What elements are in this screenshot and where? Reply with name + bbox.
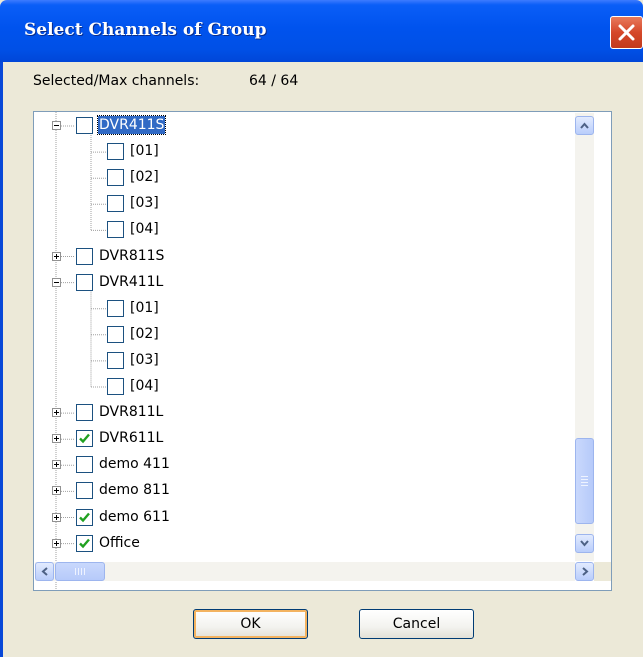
node-label: demo 811	[99, 482, 170, 499]
scroll-down-button[interactable]	[575, 534, 594, 553]
node-label: DVR411L	[99, 273, 164, 290]
node-checkbox[interactable]	[76, 273, 93, 291]
chevron-left-icon	[41, 567, 48, 576]
node-checkbox[interactable]	[107, 378, 124, 395]
checkmark-icon	[79, 433, 90, 444]
channel-tree[interactable]: DVR411S [01] [02] [03] [04] DVR811S DVR411L [01…	[33, 111, 612, 591]
node-checkbox[interactable]	[76, 482, 93, 500]
node-checkbox[interactable]	[107, 143, 124, 161]
chevron-up-icon	[580, 122, 589, 129]
expand-icon[interactable]	[52, 251, 61, 261]
horizontal-scroll-thumb[interactable]	[55, 562, 105, 581]
node-label: DVR811L	[99, 404, 164, 421]
node-label: [04]	[130, 378, 159, 394]
chevron-down-icon	[580, 540, 589, 547]
node-label: [03]	[130, 351, 159, 368]
chevron-right-icon	[582, 567, 589, 576]
node-checkbox[interactable]	[76, 247, 93, 265]
ok-button[interactable]: OK	[193, 609, 308, 639]
node-label: [01]	[130, 299, 159, 316]
node-label: [02]	[130, 169, 159, 186]
cancel-button[interactable]: Cancel	[359, 609, 474, 639]
checkmark-icon	[79, 538, 90, 548]
dialog-title: Select Channels of Group	[24, 20, 267, 40]
tree-node-device[interactable]: DVR411S	[34, 115, 594, 136]
tree-node-channel[interactable]: [03]	[34, 351, 594, 371]
node-checkbox[interactable]	[76, 508, 93, 526]
collapse-icon[interactable]	[52, 121, 61, 130]
node-checkbox[interactable]	[107, 169, 124, 187]
node-checkbox[interactable]	[107, 351, 124, 369]
tree-node-device[interactable]: demo 811	[34, 481, 594, 501]
node-checkbox[interactable]	[76, 404, 93, 422]
checkmark-icon	[79, 512, 90, 522]
tree-node-device[interactable]: demo 611	[34, 508, 594, 528]
tree-node-channel[interactable]: [02]	[34, 325, 594, 345]
node-checkbox[interactable]	[107, 325, 124, 343]
horizontal-scrollbar[interactable]	[35, 562, 575, 581]
tree-node-device[interactable]: demo 411	[34, 455, 594, 475]
node-label: [02]	[130, 325, 159, 342]
expand-icon[interactable]	[52, 512, 61, 522]
vertical-scroll-thumb[interactable]	[575, 438, 594, 524]
selected-max-value: 64 / 64	[249, 73, 299, 89]
tree-node-channel[interactable]: [02]	[34, 168, 594, 188]
close-icon	[618, 24, 635, 41]
tree-node-device[interactable]: DVR811S	[34, 247, 594, 267]
node-label: Office	[99, 534, 140, 551]
node-checkbox[interactable]	[76, 430, 93, 448]
scroll-left-button[interactable]	[35, 562, 54, 581]
tree-node-channel[interactable]: [03]	[34, 194, 594, 214]
node-label: demo 611	[99, 508, 170, 525]
node-checkbox[interactable]	[76, 117, 93, 134]
node-checkbox[interactable]	[76, 534, 93, 552]
selected-max-label: Selected/Max channels:	[33, 73, 200, 89]
close-button[interactable]	[610, 16, 643, 49]
node-checkbox[interactable]	[107, 299, 124, 317]
node-checkbox[interactable]	[76, 456, 93, 474]
tree-node-device[interactable]: DVR811L	[34, 403, 594, 423]
expand-icon[interactable]	[52, 434, 61, 444]
node-label: DVR611L	[99, 430, 164, 447]
node-label: demo 411	[99, 456, 170, 473]
scroll-right-button[interactable]	[575, 562, 594, 581]
scroll-up-button[interactable]	[575, 116, 594, 135]
collapse-icon[interactable]	[52, 277, 61, 287]
title-bar: Select Channels of Group	[0, 0, 643, 62]
expand-icon[interactable]	[52, 486, 61, 496]
tree-node-channel[interactable]: [04]	[34, 220, 594, 240]
tree-node-channel[interactable]: [04]	[34, 377, 594, 397]
node-label: [01]	[130, 143, 159, 160]
tree-node-device[interactable]: DVR411L	[34, 273, 594, 293]
expand-icon[interactable]	[52, 460, 61, 470]
tree-node-channel[interactable]: [01]	[34, 299, 594, 319]
expand-icon[interactable]	[52, 538, 61, 548]
node-checkbox[interactable]	[107, 221, 124, 239]
node-label: DVR811S	[99, 247, 165, 264]
node-label: [03]	[130, 195, 159, 212]
node-checkbox[interactable]	[107, 195, 124, 213]
node-label: [04]	[130, 221, 159, 238]
scrollbar-corner	[594, 562, 611, 581]
expand-icon[interactable]	[52, 408, 61, 418]
tree-node-channel[interactable]: [01]	[34, 142, 594, 162]
tree-node-device[interactable]: Office	[34, 534, 594, 554]
node-label: DVR411S	[96, 115, 167, 135]
tree-node-device[interactable]: DVR611L	[34, 429, 594, 449]
